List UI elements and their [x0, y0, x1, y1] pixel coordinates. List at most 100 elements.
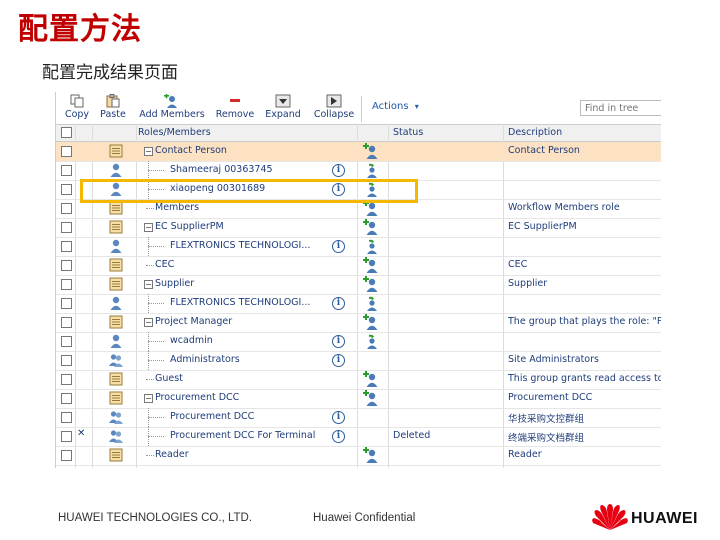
- tree-connector: [146, 265, 154, 266]
- row-checkbox[interactable]: [61, 431, 72, 442]
- row-description: CEC: [508, 259, 528, 270]
- row-checkbox[interactable]: [61, 374, 72, 385]
- tree-connector: [148, 170, 164, 171]
- collapse-toggle-icon[interactable]: −: [144, 394, 153, 403]
- role-icon: [108, 257, 124, 273]
- row-name[interactable]: Members: [155, 202, 199, 213]
- row-name[interactable]: CEC: [155, 259, 174, 270]
- add-members-button[interactable]: Add Members: [134, 94, 210, 124]
- copy-button[interactable]: Copy: [60, 94, 94, 124]
- row-name[interactable]: Administrators: [170, 354, 240, 365]
- huawei-logo-icon: [592, 504, 628, 530]
- row-description: Workflow Members role: [508, 202, 620, 213]
- user-role-icon[interactable]: [363, 333, 379, 349]
- row-name[interactable]: Reader: [155, 449, 189, 460]
- row-checkbox[interactable]: [61, 203, 72, 214]
- role-icon: [108, 276, 124, 292]
- user-role-icon[interactable]: [363, 238, 379, 254]
- collapse-toggle-icon[interactable]: −: [144, 280, 153, 289]
- info-icon[interactable]: i: [332, 164, 345, 177]
- row-name[interactable]: EC SupplierPM: [155, 221, 224, 232]
- row-checkbox[interactable]: [61, 317, 72, 328]
- row-name[interactable]: Contact Person: [155, 145, 227, 156]
- row-checkbox[interactable]: [61, 279, 72, 290]
- add-member-icon[interactable]: [363, 371, 379, 387]
- slide-subtitle: 配置完成结果页面: [42, 63, 178, 83]
- row-checkbox[interactable]: [61, 146, 72, 157]
- info-icon[interactable]: i: [332, 297, 345, 310]
- user-role-icon[interactable]: [363, 295, 379, 311]
- row-name[interactable]: Procurement DCC: [155, 392, 239, 403]
- info-icon[interactable]: i: [332, 430, 345, 443]
- table-row[interactable]: Guest This group grants read access to: [56, 370, 661, 390]
- actions-menu[interactable]: Actions ▾: [372, 101, 419, 112]
- table-row[interactable]: − Supplier Supplier: [56, 275, 661, 295]
- collapse-toggle-icon[interactable]: −: [144, 223, 153, 232]
- row-description: 终端采购文档群组: [508, 433, 585, 444]
- row-name[interactable]: Procurement DCC: [170, 411, 254, 422]
- row-name[interactable]: wcadmin: [170, 335, 213, 346]
- row-checkbox[interactable]: [61, 450, 72, 461]
- table-row[interactable]: Reader Reader: [56, 446, 661, 466]
- collapse-toggle-icon[interactable]: −: [144, 318, 153, 327]
- row-checkbox[interactable]: [61, 336, 72, 347]
- table-row[interactable]: FLEXTRONICS TECHNOLOGI... i: [56, 294, 661, 314]
- add-member-icon[interactable]: [363, 447, 379, 463]
- table-row[interactable]: Procurement DCC i 华技采购文控群组: [56, 408, 661, 428]
- expand-label: Expand: [265, 109, 301, 120]
- tree-connector: [148, 341, 164, 342]
- row-checkbox[interactable]: [61, 355, 72, 366]
- tree-connector: [148, 246, 164, 247]
- select-all-checkbox[interactable]: [61, 127, 72, 138]
- row-checkbox[interactable]: [61, 184, 72, 195]
- row-checkbox[interactable]: [61, 241, 72, 252]
- row-name[interactable]: Procurement DCC For Terminal: [170, 430, 315, 441]
- table-row[interactable]: wcadmin i: [56, 332, 661, 352]
- tree-connector: [148, 417, 164, 418]
- row-checkbox[interactable]: [61, 260, 72, 271]
- collapse-toggle-icon[interactable]: −: [144, 147, 153, 156]
- row-name[interactable]: Guest: [155, 373, 183, 384]
- remove-button[interactable]: Remove: [212, 94, 258, 124]
- row-checkbox[interactable]: [61, 412, 72, 423]
- row-description: The group that plays the role: "Pr: [508, 316, 661, 327]
- row-name[interactable]: FLEXTRONICS TECHNOLOGI...: [170, 240, 310, 251]
- row-checkbox[interactable]: [61, 298, 72, 309]
- info-icon[interactable]: i: [332, 240, 345, 253]
- row-name[interactable]: FLEXTRONICS TECHNOLOGI...: [170, 297, 310, 308]
- row-name[interactable]: Project Manager: [155, 316, 232, 327]
- add-member-icon[interactable]: [363, 390, 379, 406]
- table-row[interactable]: ✕ Procurement DCC For Terminal i Deleted 终端采…: [56, 427, 661, 447]
- table-row[interactable]: Administrators i Site Administrators: [56, 351, 661, 371]
- user-icon: [108, 333, 124, 349]
- add-member-icon[interactable]: [363, 143, 379, 159]
- table-row[interactable]: − Contact Person Contact Person: [56, 142, 661, 162]
- expand-button[interactable]: Expand: [262, 94, 304, 124]
- row-checkbox[interactable]: [61, 393, 72, 404]
- info-icon[interactable]: i: [332, 411, 345, 424]
- add-member-icon[interactable]: [363, 276, 379, 292]
- column-status[interactable]: Status: [393, 127, 423, 138]
- row-checkbox[interactable]: [61, 222, 72, 233]
- table-row[interactable]: Shameeraj 00363745 i: [56, 161, 661, 181]
- add-member-icon[interactable]: [363, 257, 379, 273]
- table-row[interactable]: FLEXTRONICS TECHNOLOGI... i: [56, 237, 661, 257]
- info-icon[interactable]: i: [332, 335, 345, 348]
- row-name[interactable]: Supplier: [155, 278, 194, 289]
- column-roles-members[interactable]: Roles/Members: [138, 127, 211, 138]
- user-role-icon[interactable]: [363, 162, 379, 178]
- table-row[interactable]: − Procurement DCC Procurement DCC: [56, 389, 661, 409]
- column-description[interactable]: Description: [508, 127, 562, 138]
- row-checkbox[interactable]: [61, 165, 72, 176]
- row-name[interactable]: Shameeraj 00363745: [170, 164, 273, 175]
- info-icon[interactable]: i: [332, 354, 345, 367]
- row-description: Supplier: [508, 278, 548, 289]
- add-member-icon[interactable]: [363, 219, 379, 235]
- add-member-icon[interactable]: [363, 314, 379, 330]
- table-row[interactable]: CEC CEC: [56, 256, 661, 276]
- table-row[interactable]: − EC SupplierPM EC SupplierPM: [56, 218, 661, 238]
- collapse-button[interactable]: Collapse: [310, 94, 358, 124]
- find-in-tree-input[interactable]: [580, 100, 661, 116]
- paste-button[interactable]: Paste: [96, 94, 130, 124]
- table-row[interactable]: − Project Manager The group that plays the…: [56, 313, 661, 333]
